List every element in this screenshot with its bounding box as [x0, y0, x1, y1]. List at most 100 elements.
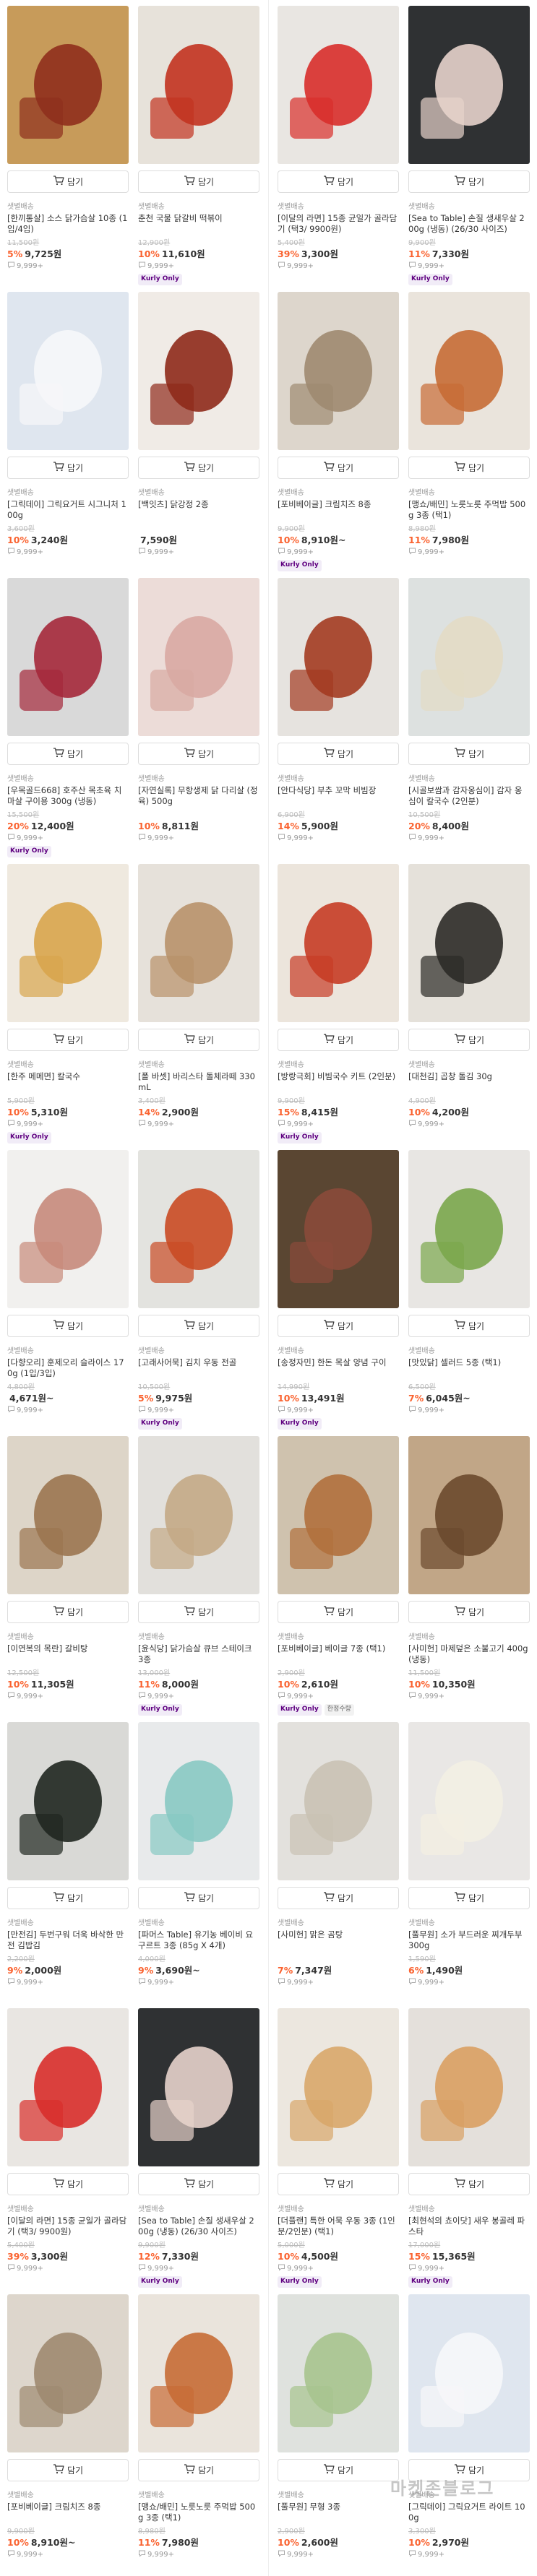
product-name[interactable]: [파머스 Table] 유기농 베이비 요구르트 3종 (85g X 4개) — [138, 1929, 259, 1951]
product-image[interactable] — [7, 2008, 129, 2166]
add-to-cart-button[interactable]: 담기 — [138, 2459, 259, 2481]
add-to-cart-button[interactable]: 담기 — [278, 1601, 399, 1623]
add-to-cart-button[interactable]: 담기 — [138, 1315, 259, 1337]
product-card[interactable]: 담기 샛별배송 [자연실록] 무항생제 닭 다리살 (정육) 500g 10% 8,81… — [138, 578, 259, 858]
product-image[interactable] — [278, 1722, 399, 1880]
product-image[interactable] — [7, 6, 129, 164]
product-name[interactable]: [이달의 라면] 15종 균일가 골라담기 (택3/ 9900원) — [7, 2216, 129, 2237]
product-name[interactable]: [풀무원] 무형 3종 — [278, 2502, 399, 2523]
add-to-cart-button[interactable]: 담기 — [278, 1887, 399, 1909]
add-to-cart-button[interactable]: 담기 — [7, 1029, 129, 1051]
product-name[interactable]: [방랑극회] 비빔국수 키트 (2인분) — [278, 1071, 399, 1093]
add-to-cart-button[interactable]: 담기 — [278, 2173, 399, 2195]
add-to-cart-button[interactable]: 담기 — [408, 1601, 530, 1623]
product-card[interactable]: 담기 샛별배송 춘천 국물 닭갈비 떡볶이 12,900원 10% 11,610원 9,99… — [138, 6, 259, 286]
add-to-cart-button[interactable]: 담기 — [7, 2459, 129, 2481]
product-card[interactable]: 담기 샛별배송 [파머스 Table] 유기농 베이비 요구르트 3종 (85g X… — [138, 1722, 259, 2002]
product-name[interactable]: [한끼통살] 소스 닭가슴살 10종 (1입/4입) — [7, 213, 129, 235]
product-card[interactable]: 담기 샛별배송 [다향오리] 훈제오리 슬라이스 170g (1입/3입) 4,800… — [7, 1150, 129, 1430]
product-card[interactable]: 담기 샛별배송 [이달의 라면] 15종 균일가 골라담기 (택3/ 9900원) 5… — [7, 2008, 129, 2288]
product-card[interactable]: 담기 샛별배송 [한끼통살] 소스 닭가슴살 10종 (1입/4입) 11,500원 5… — [7, 6, 129, 286]
product-image[interactable] — [138, 2294, 259, 2452]
add-to-cart-button[interactable]: 담기 — [278, 170, 399, 193]
product-name[interactable]: [윤식당] 닭가슴살 큐브 스테이크 3종 — [138, 1643, 259, 1665]
product-image[interactable] — [7, 864, 129, 1022]
product-image[interactable] — [7, 1436, 129, 1594]
add-to-cart-button[interactable]: 담기 — [138, 457, 259, 479]
add-to-cart-button[interactable]: 담기 — [278, 457, 399, 479]
product-card[interactable]: 담기 샛별배송 [풀무원] 무형 3종 2,900원 10% 2,600원 9,999+ — [278, 2294, 399, 2575]
product-card[interactable]: 담기 샛별배송 [포비베이글] 크림치즈 8종 9,900원 10% 8,910원~ 9,9… — [278, 292, 399, 572]
product-image[interactable] — [138, 578, 259, 736]
add-to-cart-button[interactable]: 담기 — [138, 1029, 259, 1051]
product-image[interactable] — [278, 864, 399, 1022]
product-name[interactable]: [맹쇼/배민] 노릇노릇 주먹밥 500g 3종 (택1) — [408, 499, 530, 521]
product-image[interactable] — [408, 2294, 530, 2452]
add-to-cart-button[interactable]: 담기 — [138, 2173, 259, 2195]
product-card[interactable]: 담기 샛별배송 [폴 바셋] 바리스타 돌체라떼 330mL 3,400원 14% 2,9… — [138, 864, 259, 1144]
product-name[interactable]: [포비베이글] 베이글 7종 (택1) — [278, 1643, 399, 1665]
product-image[interactable] — [138, 864, 259, 1022]
product-name[interactable]: [풀무원] 소가 부드러운 찌개두부 300g — [408, 1929, 530, 1951]
add-to-cart-button[interactable]: 담기 — [7, 743, 129, 765]
product-card[interactable]: 담기 샛별배송 [한주 메메면] 칼국수 5,900원 10% 5,310원 9,999+ K… — [7, 864, 129, 1144]
product-name[interactable]: [Sea to Table] 손질 생새우살 200g (냉동) (26/30 … — [138, 2216, 259, 2237]
add-to-cart-button[interactable]: 담기 — [278, 1029, 399, 1051]
product-image[interactable] — [278, 578, 399, 736]
product-name[interactable]: [이달의 라면] 15종 균일가 골라담기 (택3/ 9900원) — [278, 213, 399, 235]
product-card[interactable]: 담기 샛별배송 [만전김] 두번구워 더욱 바삭한 만전 김밥김 2,200원 9% 2,… — [7, 1722, 129, 2002]
product-name[interactable]: [한주 메메면] 칼국수 — [7, 1071, 129, 1093]
product-name[interactable]: [대천김] 곱창 돌김 30g — [408, 1071, 530, 1093]
product-card[interactable]: 담기 샛별배송 [안다식당] 부추 꼬막 비빔장 6,900원 14% 5,900원 9,9… — [278, 578, 399, 858]
product-name[interactable]: 춘천 국물 닭갈비 떡볶이 — [138, 213, 259, 235]
product-name[interactable]: [자연실록] 무항생제 닭 다리살 (정육) 500g — [138, 785, 259, 807]
product-name[interactable]: [더플랜] 특한 어묵 우동 3종 (1인분/2인분) (택1) — [278, 2216, 399, 2237]
product-image[interactable] — [138, 2008, 259, 2166]
product-name[interactable]: [안다식당] 부추 꼬막 비빔장 — [278, 785, 399, 807]
product-card[interactable]: 담기 샛별배송 [맹쇼/배민] 노릇노릇 주먹밥 500g 3종 (택1) 8,980… — [408, 292, 530, 572]
product-image[interactable] — [278, 2008, 399, 2166]
product-image[interactable] — [7, 578, 129, 736]
add-to-cart-button[interactable]: 담기 — [408, 1029, 530, 1051]
add-to-cart-button[interactable]: 담기 — [7, 457, 129, 479]
add-to-cart-button[interactable]: 담기 — [278, 2459, 399, 2481]
product-image[interactable] — [138, 292, 259, 450]
product-name[interactable]: [폴 바셋] 바리스타 돌체라떼 330mL — [138, 1071, 259, 1093]
product-card[interactable]: 담기 샛별배송 [맹쇼/배민] 노릇노릇 주먹밥 500g 3종 (택1) 8,980… — [138, 2294, 259, 2575]
add-to-cart-button[interactable]: 담기 — [7, 1601, 129, 1623]
add-to-cart-button[interactable]: 담기 — [7, 170, 129, 193]
product-name[interactable]: [다향오리] 훈제오리 슬라이스 170g (1입/3입) — [7, 1357, 129, 1379]
product-card[interactable]: 담기 샛별배송 [그릭데이] 그릭요거트 시그니처 100g 3,600원 10% 3,2… — [7, 292, 129, 572]
product-image[interactable] — [408, 1436, 530, 1594]
product-image[interactable] — [408, 2008, 530, 2166]
product-card[interactable]: 담기 샛별배송 [그릭데이] 그릭요거트 라이트 100g 3,300원 10% 2,97… — [408, 2294, 530, 2575]
product-name[interactable]: [Sea to Table] 손질 생새우살 200g (냉동) (26/30 … — [408, 213, 530, 235]
product-image[interactable] — [278, 292, 399, 450]
product-name[interactable]: [그릭데이] 그릭요거트 라이트 100g — [408, 2502, 530, 2523]
add-to-cart-button[interactable]: 담기 — [138, 743, 259, 765]
product-card[interactable]: 담기 샛별배송 [대천김] 곱창 돌김 30g 4,900원 10% 4,200원 9,99… — [408, 864, 530, 1144]
product-card[interactable]: 담기 샛별배송 [Sea to Table] 손질 생새우살 200g (냉동) (… — [408, 6, 530, 286]
product-card[interactable]: 담기 샛별배송 [이연복의 목란] 갈비탕 12,500원 10% 11,305원 9,99… — [7, 1436, 129, 1716]
product-card[interactable]: 담기 샛별배송 [포비베이글] 크림치즈 8종 9,900원 10% 8,910원~ 9,9… — [7, 2294, 129, 2575]
product-name[interactable]: [시골보쌈과 감자옹심이] 감자 옹심이 칼국수 (2인분) — [408, 785, 530, 807]
product-card[interactable]: 담기 샛별배송 [사미헌] 맑은 곰탕 7% 7,347원 9,999+ — [278, 1722, 399, 2002]
product-card[interactable]: 담기 샛별배송 [사미헌] 마제덮은 소불고기 400g (냉동) 11,500원 10… — [408, 1436, 530, 1716]
product-card[interactable]: 담기 샛별배송 [이달의 라면] 15종 균일가 골라담기 (택3/ 9900원) 5… — [278, 6, 399, 286]
product-image[interactable] — [408, 6, 530, 164]
product-card[interactable]: 담기 샛별배송 [백잇츠] 닭강정 2종 7,590원 9,999+ — [138, 292, 259, 572]
product-image[interactable] — [408, 1722, 530, 1880]
product-image[interactable] — [278, 1436, 399, 1594]
add-to-cart-button[interactable]: 담기 — [278, 1315, 399, 1337]
product-card[interactable]: 담기 샛별배송 [풀무원] 소가 부드러운 찌개두부 300g 1,590원 6% 1,4… — [408, 1722, 530, 2002]
product-name[interactable]: [맛있닭] 셀러드 5종 (택1) — [408, 1357, 530, 1379]
product-image[interactable] — [138, 6, 259, 164]
add-to-cart-button[interactable]: 담기 — [408, 743, 530, 765]
product-image[interactable] — [278, 1150, 399, 1308]
product-name[interactable]: [포비베이글] 크림치즈 8종 — [7, 2502, 129, 2523]
add-to-cart-button[interactable]: 담기 — [278, 743, 399, 765]
product-image[interactable] — [7, 292, 129, 450]
add-to-cart-button[interactable]: 담기 — [408, 1315, 530, 1337]
add-to-cart-button[interactable]: 담기 — [408, 170, 530, 193]
product-card[interactable]: 담기 샛별배송 [Sea to Table] 손질 생새우살 200g (냉동) (… — [138, 2008, 259, 2288]
